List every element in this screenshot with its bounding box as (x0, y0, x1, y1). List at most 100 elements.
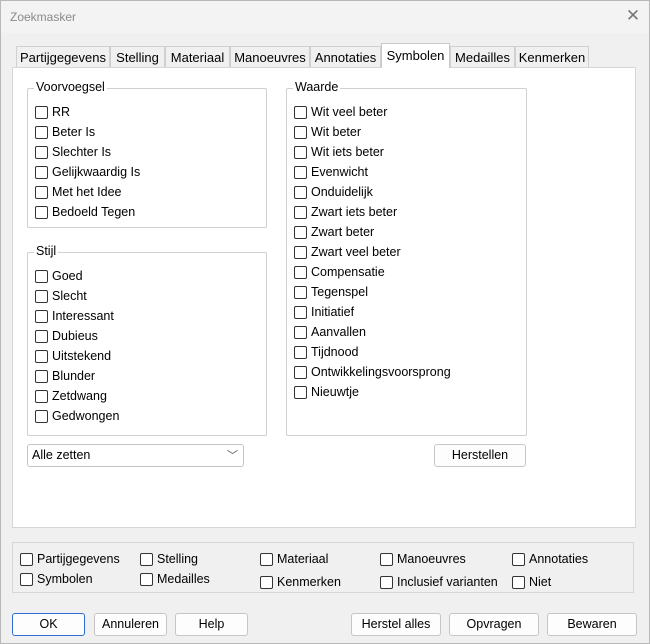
checkbox-box[interactable] (294, 325, 307, 339)
tab-partijgegevens[interactable]: Partijgegevens (16, 46, 110, 68)
checkbox-box[interactable] (35, 309, 48, 323)
checkbox-box[interactable] (294, 365, 307, 379)
checkbox-interessant[interactable]: Interessant (35, 307, 114, 325)
checkbox-blunder[interactable]: Blunder (35, 367, 95, 385)
checkbox-wit-veel-beter[interactable]: Wit veel beter (294, 103, 387, 121)
checkbox-gelijkwaardig-is[interactable]: Gelijkwaardig Is (35, 163, 140, 181)
checkbox-zwart-iets-beter[interactable]: Zwart iets beter (294, 203, 397, 221)
checkbox-zwart-beter[interactable]: Zwart beter (294, 223, 374, 241)
checkbox-box[interactable] (35, 369, 48, 383)
checkbox-box[interactable] (35, 349, 48, 363)
checkbox-beter-is[interactable]: Beter Is (35, 123, 95, 141)
tab-materiaal[interactable]: Materiaal (165, 46, 230, 68)
annuleren-button[interactable]: Annuleren (94, 613, 167, 636)
checkbox-aanvallen[interactable]: Aanvallen (294, 323, 366, 341)
checkbox-wit-iets-beter[interactable]: Wit iets beter (294, 143, 384, 161)
tab-stelling[interactable]: Stelling (110, 46, 165, 68)
checkbox-box[interactable] (294, 285, 307, 299)
checkbox-box[interactable] (512, 552, 525, 566)
filter-kenmerken[interactable]: Kenmerken (260, 573, 341, 591)
checkbox-box[interactable] (294, 185, 307, 199)
checkbox-uitstekend[interactable]: Uitstekend (35, 347, 111, 365)
filter-medailles[interactable]: Medailles (140, 570, 210, 588)
tab-medailles[interactable]: Medailles (450, 46, 515, 68)
checkbox-box[interactable] (294, 205, 307, 219)
checkbox-box[interactable] (294, 265, 307, 279)
tab-manoeuvres[interactable]: Manoeuvres (230, 46, 310, 68)
move-scope-dropdown[interactable]: Alle zetten ﹀ (27, 444, 244, 467)
checkbox-box[interactable] (294, 145, 307, 159)
checkbox-label: Slecht (52, 289, 87, 303)
checkbox-rr[interactable]: RR (35, 103, 70, 121)
checkbox-box[interactable] (20, 552, 33, 566)
herstellen-button[interactable]: Herstellen (434, 444, 526, 467)
checkbox-compensatie[interactable]: Compensatie (294, 263, 385, 281)
checkbox-label: Nieuwtje (311, 385, 359, 399)
checkbox-goed[interactable]: Goed (35, 267, 83, 285)
filter-symbolen[interactable]: Symbolen (20, 570, 93, 588)
checkbox-box[interactable] (35, 185, 48, 199)
checkbox-evenwicht[interactable]: Evenwicht (294, 163, 368, 181)
checkbox-box[interactable] (380, 552, 393, 566)
checkbox-box[interactable] (140, 572, 153, 586)
checkbox-box[interactable] (35, 105, 48, 119)
help-button[interactable]: Help (175, 613, 248, 636)
checkbox-nieuwtje[interactable]: Nieuwtje (294, 383, 359, 401)
checkbox-gedwongen[interactable]: Gedwongen (35, 407, 119, 425)
checkbox-box[interactable] (20, 572, 33, 586)
checkbox-label: Niet (529, 575, 552, 589)
checkbox-box[interactable] (140, 552, 153, 566)
tab-annotaties[interactable]: Annotaties (310, 46, 381, 68)
checkbox-box[interactable] (294, 245, 307, 259)
checkbox-wit-beter[interactable]: Wit beter (294, 123, 361, 141)
checkbox-initiatief[interactable]: Initiatief (294, 303, 354, 321)
checkbox-ontwikkelingsvoorsprong[interactable]: Ontwikkelingsvoorsprong (294, 363, 451, 381)
opvragen-button[interactable]: Opvragen (449, 613, 539, 636)
checkbox-box[interactable] (294, 225, 307, 239)
checkbox-box[interactable] (512, 575, 525, 589)
checkbox-box[interactable] (35, 145, 48, 159)
filter-stelling[interactable]: Stelling (140, 550, 198, 568)
checkbox-box[interactable] (294, 105, 307, 119)
checkbox-met-het-idee[interactable]: Met het Idee (35, 183, 122, 201)
checkbox-box[interactable] (35, 269, 48, 283)
checkbox-box[interactable] (35, 165, 48, 179)
checkbox-onduidelijk[interactable]: Onduidelijk (294, 183, 373, 201)
checkbox-tijdnood[interactable]: Tijdnood (294, 343, 359, 361)
checkbox-box[interactable] (380, 575, 393, 589)
filter-materiaal[interactable]: Materiaal (260, 550, 328, 568)
checkbox-box[interactable] (35, 125, 48, 139)
checkbox-box[interactable] (260, 552, 273, 566)
checkbox-box[interactable] (294, 305, 307, 319)
checkbox-box[interactable] (294, 345, 307, 359)
checkbox-tegenspel[interactable]: Tegenspel (294, 283, 368, 301)
checkbox-box[interactable] (35, 289, 48, 303)
checkbox-slechter-is[interactable]: Slechter Is (35, 143, 111, 161)
checkbox-box[interactable] (294, 165, 307, 179)
filter-niet[interactable]: Niet (512, 573, 551, 591)
checkbox-dubieus[interactable]: Dubieus (35, 327, 98, 345)
checkbox-box[interactable] (294, 385, 307, 399)
filter-manoeuvres[interactable]: Manoeuvres (380, 550, 466, 568)
tab-kenmerken[interactable]: Kenmerken (515, 46, 589, 68)
checkbox-box[interactable] (35, 205, 48, 219)
checkbox-zwart-veel-beter[interactable]: Zwart veel beter (294, 243, 401, 261)
waarde-legend: Waarde (293, 80, 341, 94)
checkbox-box[interactable] (294, 125, 307, 139)
checkbox-box[interactable] (35, 389, 48, 403)
herstel-alles-button[interactable]: Herstel alles (351, 613, 441, 636)
ok-button[interactable]: OK (12, 613, 85, 636)
tab-symbolen[interactable]: Symbolen (381, 43, 450, 68)
checkbox-zetdwang[interactable]: Zetdwang (35, 387, 107, 405)
filter-partijgegevens[interactable]: Partijgegevens (20, 550, 120, 568)
checkbox-slecht[interactable]: Slecht (35, 287, 87, 305)
bewaren-button[interactable]: Bewaren (547, 613, 637, 636)
checkbox-bedoeld-tegen[interactable]: Bedoeld Tegen (35, 203, 135, 221)
checkbox-box[interactable] (35, 409, 48, 423)
checkbox-box[interactable] (260, 575, 273, 589)
filter-annotaties[interactable]: Annotaties (512, 550, 588, 568)
close-icon[interactable]: ✕ (625, 7, 641, 24)
checkbox-label: Evenwicht (311, 165, 368, 179)
checkbox-box[interactable] (35, 329, 48, 343)
filter-inclusief-varianten[interactable]: Inclusief varianten (380, 573, 498, 591)
